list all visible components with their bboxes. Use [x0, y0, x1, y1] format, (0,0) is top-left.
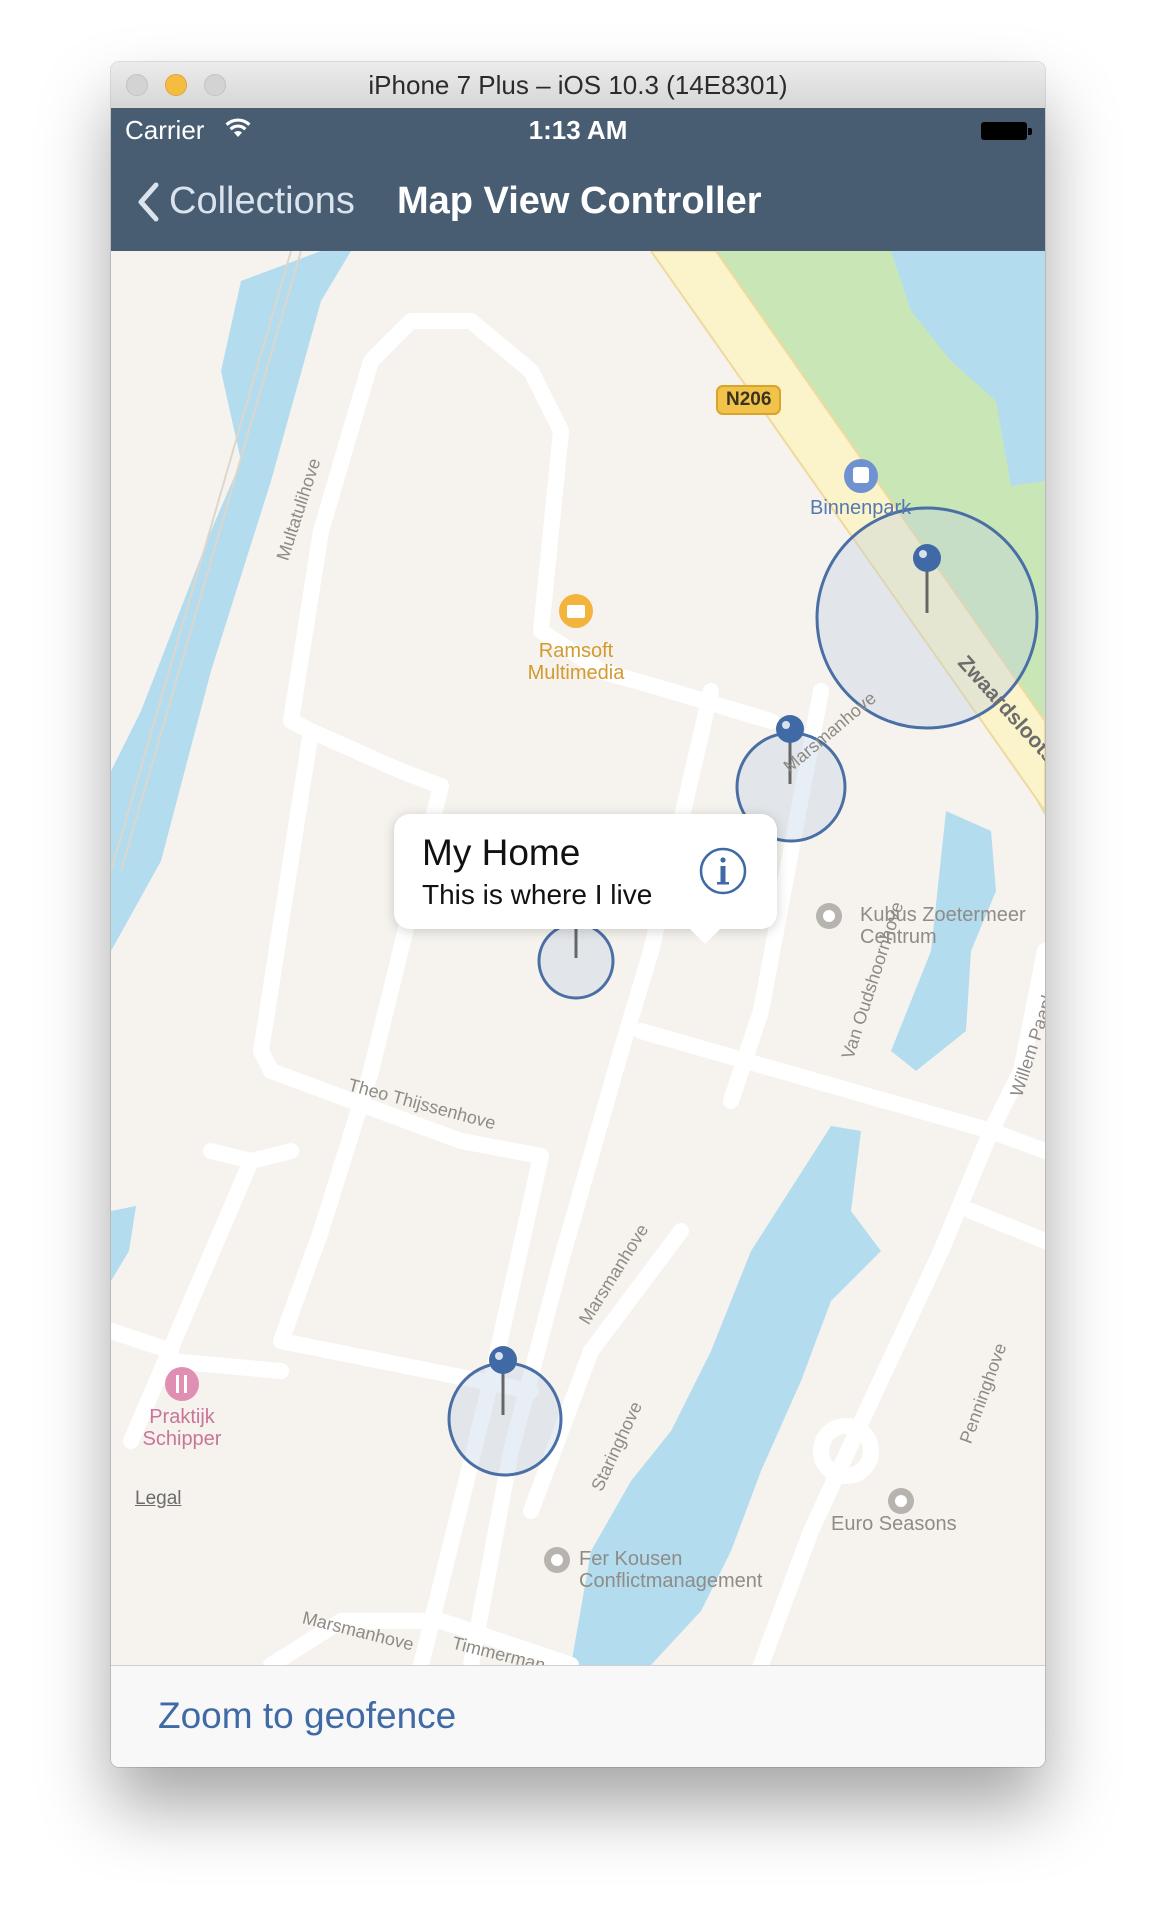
annotation-callout[interactable]: My Home This is where I live [394, 814, 777, 929]
water-area [111, 1206, 136, 1281]
battery-nub [1028, 128, 1032, 135]
poi-label-line: Fer Kousen [579, 1548, 683, 1570]
briefcase-icon [559, 594, 593, 628]
status-bar: Carrier 1:13 AM [111, 108, 1045, 152]
map-canvas [111, 251, 1045, 1665]
poi-dot-icon [544, 1547, 570, 1573]
zoom-to-geofence-button[interactable]: Zoom to geofence [158, 1666, 456, 1766]
battery-icon [981, 122, 1027, 140]
poi-label: Ramsoft Multimedia [521, 640, 631, 684]
window-title: iPhone 7 Plus – iOS 10.3 (14E8301) [368, 70, 788, 100]
poi-label: Euro Seasons [831, 1513, 957, 1535]
poi-label: Fer Kousen Conflictmanagement [579, 1548, 762, 1592]
callout-arrow [687, 926, 723, 944]
simulator-window: iPhone 7 Plus – iOS 10.3 (14E8301) Carri… [111, 62, 1045, 1767]
bus-icon [844, 459, 878, 493]
poi-label: Praktijk Schipper [127, 1406, 237, 1450]
poi-dot-icon [816, 903, 842, 929]
poi-label-line: Conflictmanagement [579, 1570, 763, 1592]
poi-label: Binnenpark [810, 497, 912, 519]
poi-label-line: Praktijk [149, 1406, 215, 1428]
navigation-bar: Collections Map View Controller [111, 152, 1045, 251]
poi-label-line: Multimedia [527, 662, 625, 684]
info-icon[interactable] [699, 847, 747, 895]
callout-title: My Home [422, 832, 581, 873]
bottom-toolbar: Zoom to geofence [111, 1665, 1045, 1767]
geofence-circle [447, 1361, 563, 1477]
restaurant-icon [165, 1367, 199, 1401]
map-view[interactable]: N206 Binnenpark Ramsoft Multimedia Kubus… [111, 251, 1045, 1665]
callout-subtitle: This is where I live [422, 879, 653, 910]
back-label: Collections [169, 180, 355, 222]
status-time: 1:13 AM [528, 115, 628, 145]
poi-label-line: Ramsoft [538, 640, 614, 662]
poi-label-line: Schipper [142, 1428, 222, 1450]
back-button[interactable]: Collections [137, 152, 355, 251]
poi-dot-icon [888, 1488, 914, 1514]
legal-link[interactable]: Legal [135, 1488, 182, 1510]
title-bar: iPhone 7 Plus – iOS 10.3 (14E8301) [111, 62, 1045, 109]
page-title: Map View Controller [397, 180, 762, 222]
chevron-left-icon [138, 182, 159, 221]
road-shield: N206 [716, 385, 782, 415]
